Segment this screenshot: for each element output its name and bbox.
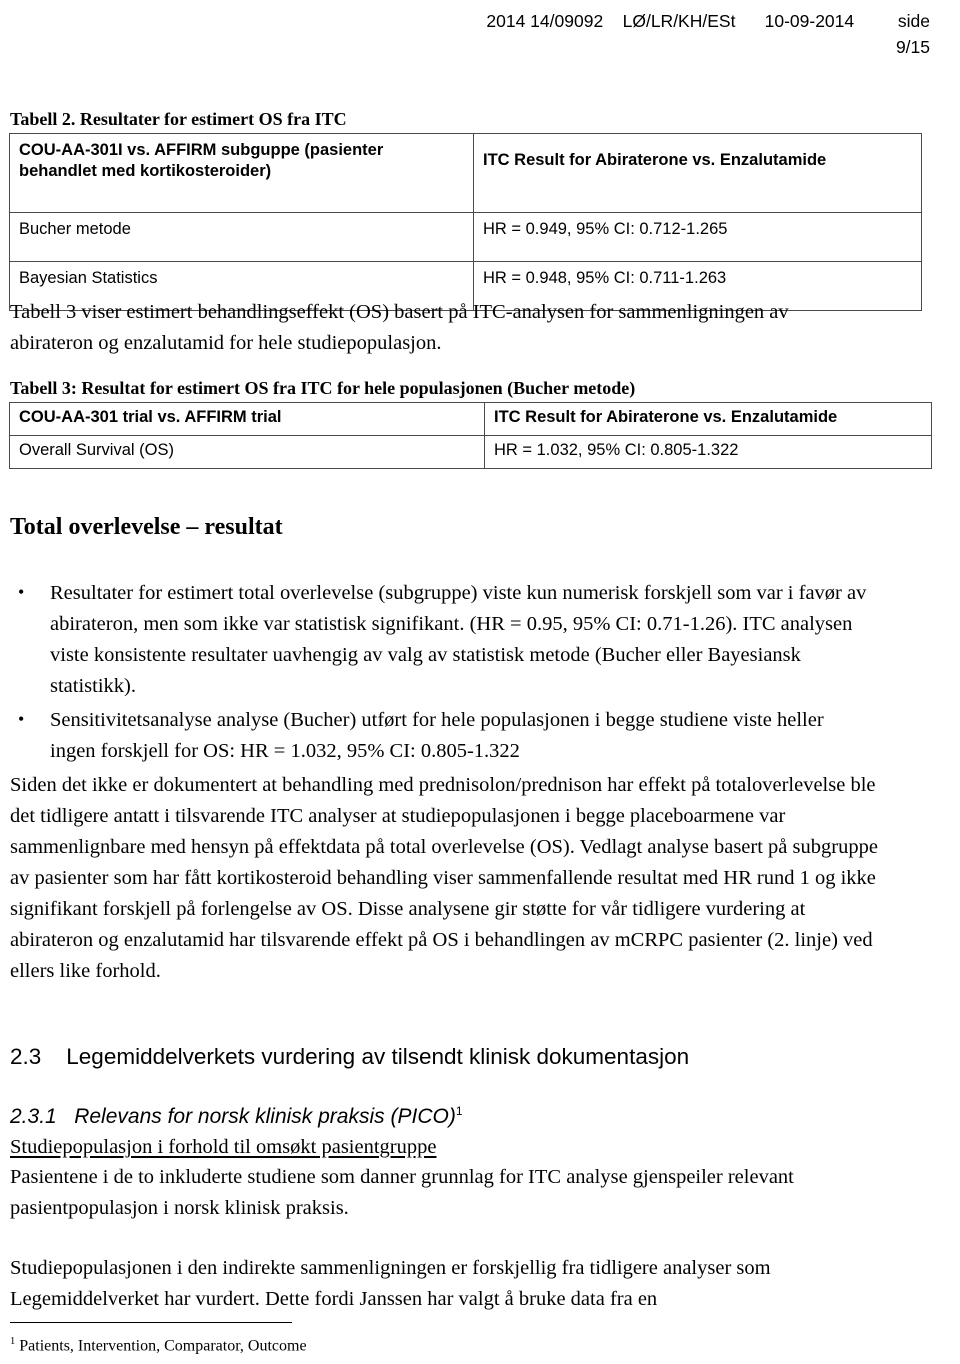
section-2-3-1-paragraph2: Studiepopulasjonen i den indirekte samme… xyxy=(10,1257,771,1310)
table-row: COU-AA-301 trial vs. AFFIRM trial ITC Re… xyxy=(9,402,932,436)
survival-paragraph-block: Siden det ikke er dokumentert at behandl… xyxy=(10,770,890,987)
list-item: Sensitivitetsanalyse analyse (Bucher) ut… xyxy=(10,704,870,767)
table3-row0-value: HR = 1.032, 95% CI: 0.805-1.322 xyxy=(484,435,932,469)
header-reference-line: 2014 14/09092 LØ/LR/KH/ESt 10-09-2014 si… xyxy=(486,11,930,31)
section-2-3-1-heading-text: 2.3.1 Relevans for norsk klinisk praksis… xyxy=(10,1105,456,1128)
survival-bullets-block: Resultater for estimert total overlevels… xyxy=(10,577,870,770)
section-2-3-1-block: 2.3.1 Relevans for norsk klinisk praksis… xyxy=(10,1098,910,1130)
table2-caption: Tabell 2. Resultater for estimert OS fra… xyxy=(10,108,940,130)
table3: COU-AA-301 trial vs. AFFIRM trial ITC Re… xyxy=(9,402,932,469)
studiepopulasjon-subheading: Studiepopulasjon i forhold til omsøkt pa… xyxy=(10,1136,437,1158)
table-row: Overall Survival (OS) HR = 1.032, 95% CI… xyxy=(9,435,932,469)
table2-col1-header: COU-AA-301I vs. AFFIRM subguppe (pasient… xyxy=(9,133,474,213)
table2-col2-header: ITC Result for Abiraterone vs. Enzalutam… xyxy=(473,133,922,213)
table3-caption: Tabell 3: Resultat for estimert OS fra I… xyxy=(10,377,940,399)
intro-paragraph-block: Tabell 3 viser estimert behandlingseffek… xyxy=(10,297,790,359)
document-page: 2014 14/09092 LØ/LR/KH/ESt 10-09-2014 si… xyxy=(0,0,960,1364)
section-2-3-heading: 2.3 Legemiddelverkets vurdering av tilse… xyxy=(10,1044,690,1069)
section-2-3-1-paragraph2-block: Studiepopulasjonen i den indirekte samme… xyxy=(10,1253,890,1315)
table3-col1-header: COU-AA-301 trial vs. AFFIRM trial xyxy=(9,402,485,436)
table2-row0-value: HR = 0.949, 95% CI: 0.712-1.265 xyxy=(473,212,922,262)
section-2-3-1-footnote-marker: 1 xyxy=(455,1104,463,1118)
intro-paragraph: Tabell 3 viser estimert behandlingseffek… xyxy=(10,301,789,354)
table2: COU-AA-301I vs. AFFIRM subguppe (pasient… xyxy=(9,133,922,311)
survival-section-heading: Total overlevelse – resultat xyxy=(10,514,283,540)
section-2-3-1-heading: 2.3.1 Relevans for norsk klinisk praksis… xyxy=(10,1098,910,1130)
section-2-3-block: 2.3 Legemiddelverkets vurdering av tilse… xyxy=(10,1043,910,1071)
survival-paragraph: Siden det ikke er dokumentert at behandl… xyxy=(10,774,878,982)
footnote: 1 Patients, Intervention, Comparator, Ou… xyxy=(10,1331,510,1357)
table-row: COU-AA-301I vs. AFFIRM subguppe (pasient… xyxy=(9,133,922,213)
table2-row0-label: Bucher metode xyxy=(9,212,474,262)
footnote-block: 1 Patients, Intervention, Comparator, Ou… xyxy=(10,1322,510,1357)
list-item: Resultater for estimert total overlevels… xyxy=(10,577,870,702)
table3-container: COU-AA-301 trial vs. AFFIRM trial ITC Re… xyxy=(9,402,932,469)
table-row: Bucher metode HR = 0.949, 95% CI: 0.712-… xyxy=(9,212,922,262)
table2-container: COU-AA-301I vs. AFFIRM subguppe (pasient… xyxy=(9,133,922,311)
studiepopulasjon-subheading-block: Studiepopulasjon i forhold til omsøkt pa… xyxy=(10,1133,910,1161)
footnote-separator xyxy=(10,1322,292,1323)
table3-row0-label: Overall Survival (OS) xyxy=(9,435,485,469)
section-2-3-1-paragraph1-block: Pasientene i de to inkluderte studiene s… xyxy=(10,1162,870,1224)
footnote-text: Patients, Intervention, Comparator, Outc… xyxy=(15,1337,307,1355)
survival-bullet-list: Resultater for estimert total overlevels… xyxy=(10,577,870,767)
table2-caption-text: Tabell 2. Resultater for estimert OS fra… xyxy=(10,109,347,129)
page-header: 2014 14/09092 LØ/LR/KH/ESt 10-09-2014 si… xyxy=(0,8,930,60)
section-2-3-1-paragraph1: Pasientene i de to inkluderte studiene s… xyxy=(10,1166,794,1219)
page-number: 9/15 xyxy=(895,37,930,57)
table3-caption-text: Tabell 3: Resultat for estimert OS fra I… xyxy=(10,378,636,398)
survival-section-heading-block: Total overlevelse – resultat xyxy=(10,512,710,542)
table3-col2-header: ITC Result for Abiraterone vs. Enzalutam… xyxy=(484,402,932,436)
